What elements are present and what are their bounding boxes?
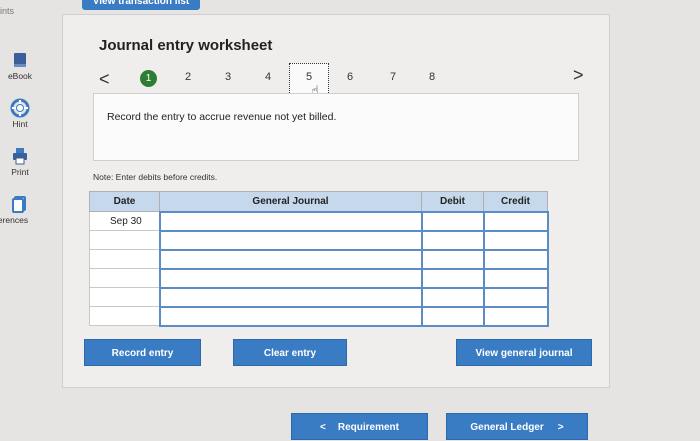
- debit-input[interactable]: [420, 286, 485, 308]
- sidebar-item-label: erences: [0, 215, 29, 225]
- account-input[interactable]: [158, 248, 423, 270]
- general-ledger-label: General Ledger: [470, 422, 544, 433]
- account-input[interactable]: [158, 210, 423, 232]
- date-cell[interactable]: [89, 306, 160, 326]
- tab-label: ints: [0, 6, 15, 16]
- debit-input[interactable]: [420, 229, 485, 251]
- debit-input[interactable]: [420, 267, 485, 289]
- date-cell[interactable]: [89, 230, 160, 250]
- column-header-date: Date: [89, 191, 160, 212]
- view-general-journal-button[interactable]: View general journal: [456, 339, 592, 366]
- debit-input[interactable]: [420, 305, 485, 327]
- journal-table: Date General Journal Debit Credit Sep 30: [89, 191, 549, 327]
- page-4[interactable]: 4: [258, 71, 278, 83]
- credit-input[interactable]: [482, 248, 549, 270]
- account-input[interactable]: [158, 267, 423, 289]
- view-transaction-list-button[interactable]: View transaction list: [82, 0, 200, 10]
- requirement-label: Requirement: [337, 422, 399, 433]
- prompt-text: Record the entry to accrue revenue not y…: [107, 111, 337, 123]
- page-6[interactable]: 6: [340, 71, 360, 83]
- book-icon: [14, 53, 26, 67]
- debit-input[interactable]: [420, 210, 485, 232]
- references-icon: [12, 196, 26, 213]
- chevron-left-icon: <: [320, 422, 326, 433]
- date-cell[interactable]: [89, 249, 160, 269]
- prompt-box: Record the entry to accrue revenue not y…: [93, 93, 579, 161]
- sidebar-item-label: eBook: [7, 71, 33, 81]
- date-cell[interactable]: [89, 268, 160, 288]
- account-input[interactable]: [158, 286, 423, 308]
- sidebar: eBook Hint Print erences: [0, 50, 44, 242]
- column-header-general-journal: General Journal: [159, 191, 422, 212]
- page-2[interactable]: 2: [178, 71, 198, 83]
- page-8[interactable]: 8: [422, 71, 442, 83]
- table-row: [89, 286, 549, 308]
- chevron-right-icon: >: [557, 422, 564, 433]
- column-header-credit: Credit: [483, 191, 548, 212]
- sidebar-item-hint[interactable]: Hint: [0, 98, 40, 146]
- note-text: Note: Enter debits before credits.: [93, 172, 218, 182]
- page-title: Journal entry worksheet: [99, 37, 273, 54]
- page-7[interactable]: 7: [383, 71, 403, 83]
- lifebuoy-icon: [10, 98, 30, 118]
- account-input[interactable]: [158, 229, 423, 251]
- sidebar-item-references[interactable]: erences: [0, 194, 40, 242]
- date-cell[interactable]: [89, 287, 160, 307]
- column-header-debit: Debit: [421, 191, 484, 212]
- sidebar-item-label: Hint: [12, 119, 28, 129]
- general-ledger-button[interactable]: General Ledger >: [446, 413, 588, 440]
- credit-input[interactable]: [482, 267, 549, 289]
- sidebar-item-print[interactable]: Print: [0, 146, 40, 194]
- credit-input[interactable]: [482, 286, 549, 308]
- date-cell: Sep 30: [89, 211, 160, 231]
- requirement-button[interactable]: < Requirement: [291, 413, 428, 440]
- credit-input[interactable]: [482, 305, 549, 327]
- record-entry-button[interactable]: Record entry: [84, 339, 201, 366]
- page-3[interactable]: 3: [218, 71, 238, 83]
- page-1[interactable]: 1: [140, 70, 157, 87]
- table-row: [89, 305, 549, 327]
- clear-entry-button[interactable]: Clear entry: [233, 339, 347, 366]
- account-input[interactable]: [158, 305, 423, 327]
- prev-page-button[interactable]: <: [99, 69, 110, 90]
- table-row: [89, 248, 549, 270]
- table-row: [89, 229, 549, 251]
- sidebar-item-ebook[interactable]: eBook: [0, 50, 40, 98]
- sidebar-item-label: Print: [11, 167, 29, 177]
- credit-input[interactable]: [482, 210, 549, 232]
- table-row: Sep 30: [89, 210, 549, 232]
- next-page-button[interactable]: >: [573, 65, 584, 86]
- table-row: [89, 267, 549, 289]
- printer-icon: [13, 148, 27, 165]
- page-5[interactable]: 5: [289, 63, 329, 97]
- table-header-row: Date General Journal Debit Credit: [89, 191, 548, 212]
- debit-input[interactable]: [420, 248, 485, 270]
- worksheet-panel: Journal entry worksheet < 1 2 3 4 5 ☝ 6 …: [62, 14, 610, 388]
- credit-input[interactable]: [482, 229, 549, 251]
